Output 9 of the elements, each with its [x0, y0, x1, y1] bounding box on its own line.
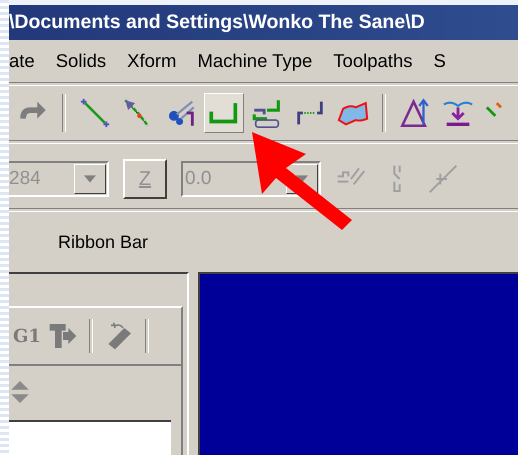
chain-icon[interactable] [204, 93, 244, 133]
window-title: \Documents and Settings\Wonko The Sane\D [9, 11, 425, 34]
menu-item[interactable]: ate [9, 50, 35, 72]
menu-item[interactable]: Solids [56, 50, 106, 72]
ribbon-bar-label: Ribbon Bar [58, 232, 148, 252]
menu-item[interactable]: Machine Type [197, 50, 312, 72]
menu-item[interactable]: Toolpaths [333, 50, 412, 72]
menu-item[interactable]: S [434, 50, 446, 72]
menu-item[interactable]: Xform [127, 50, 176, 72]
